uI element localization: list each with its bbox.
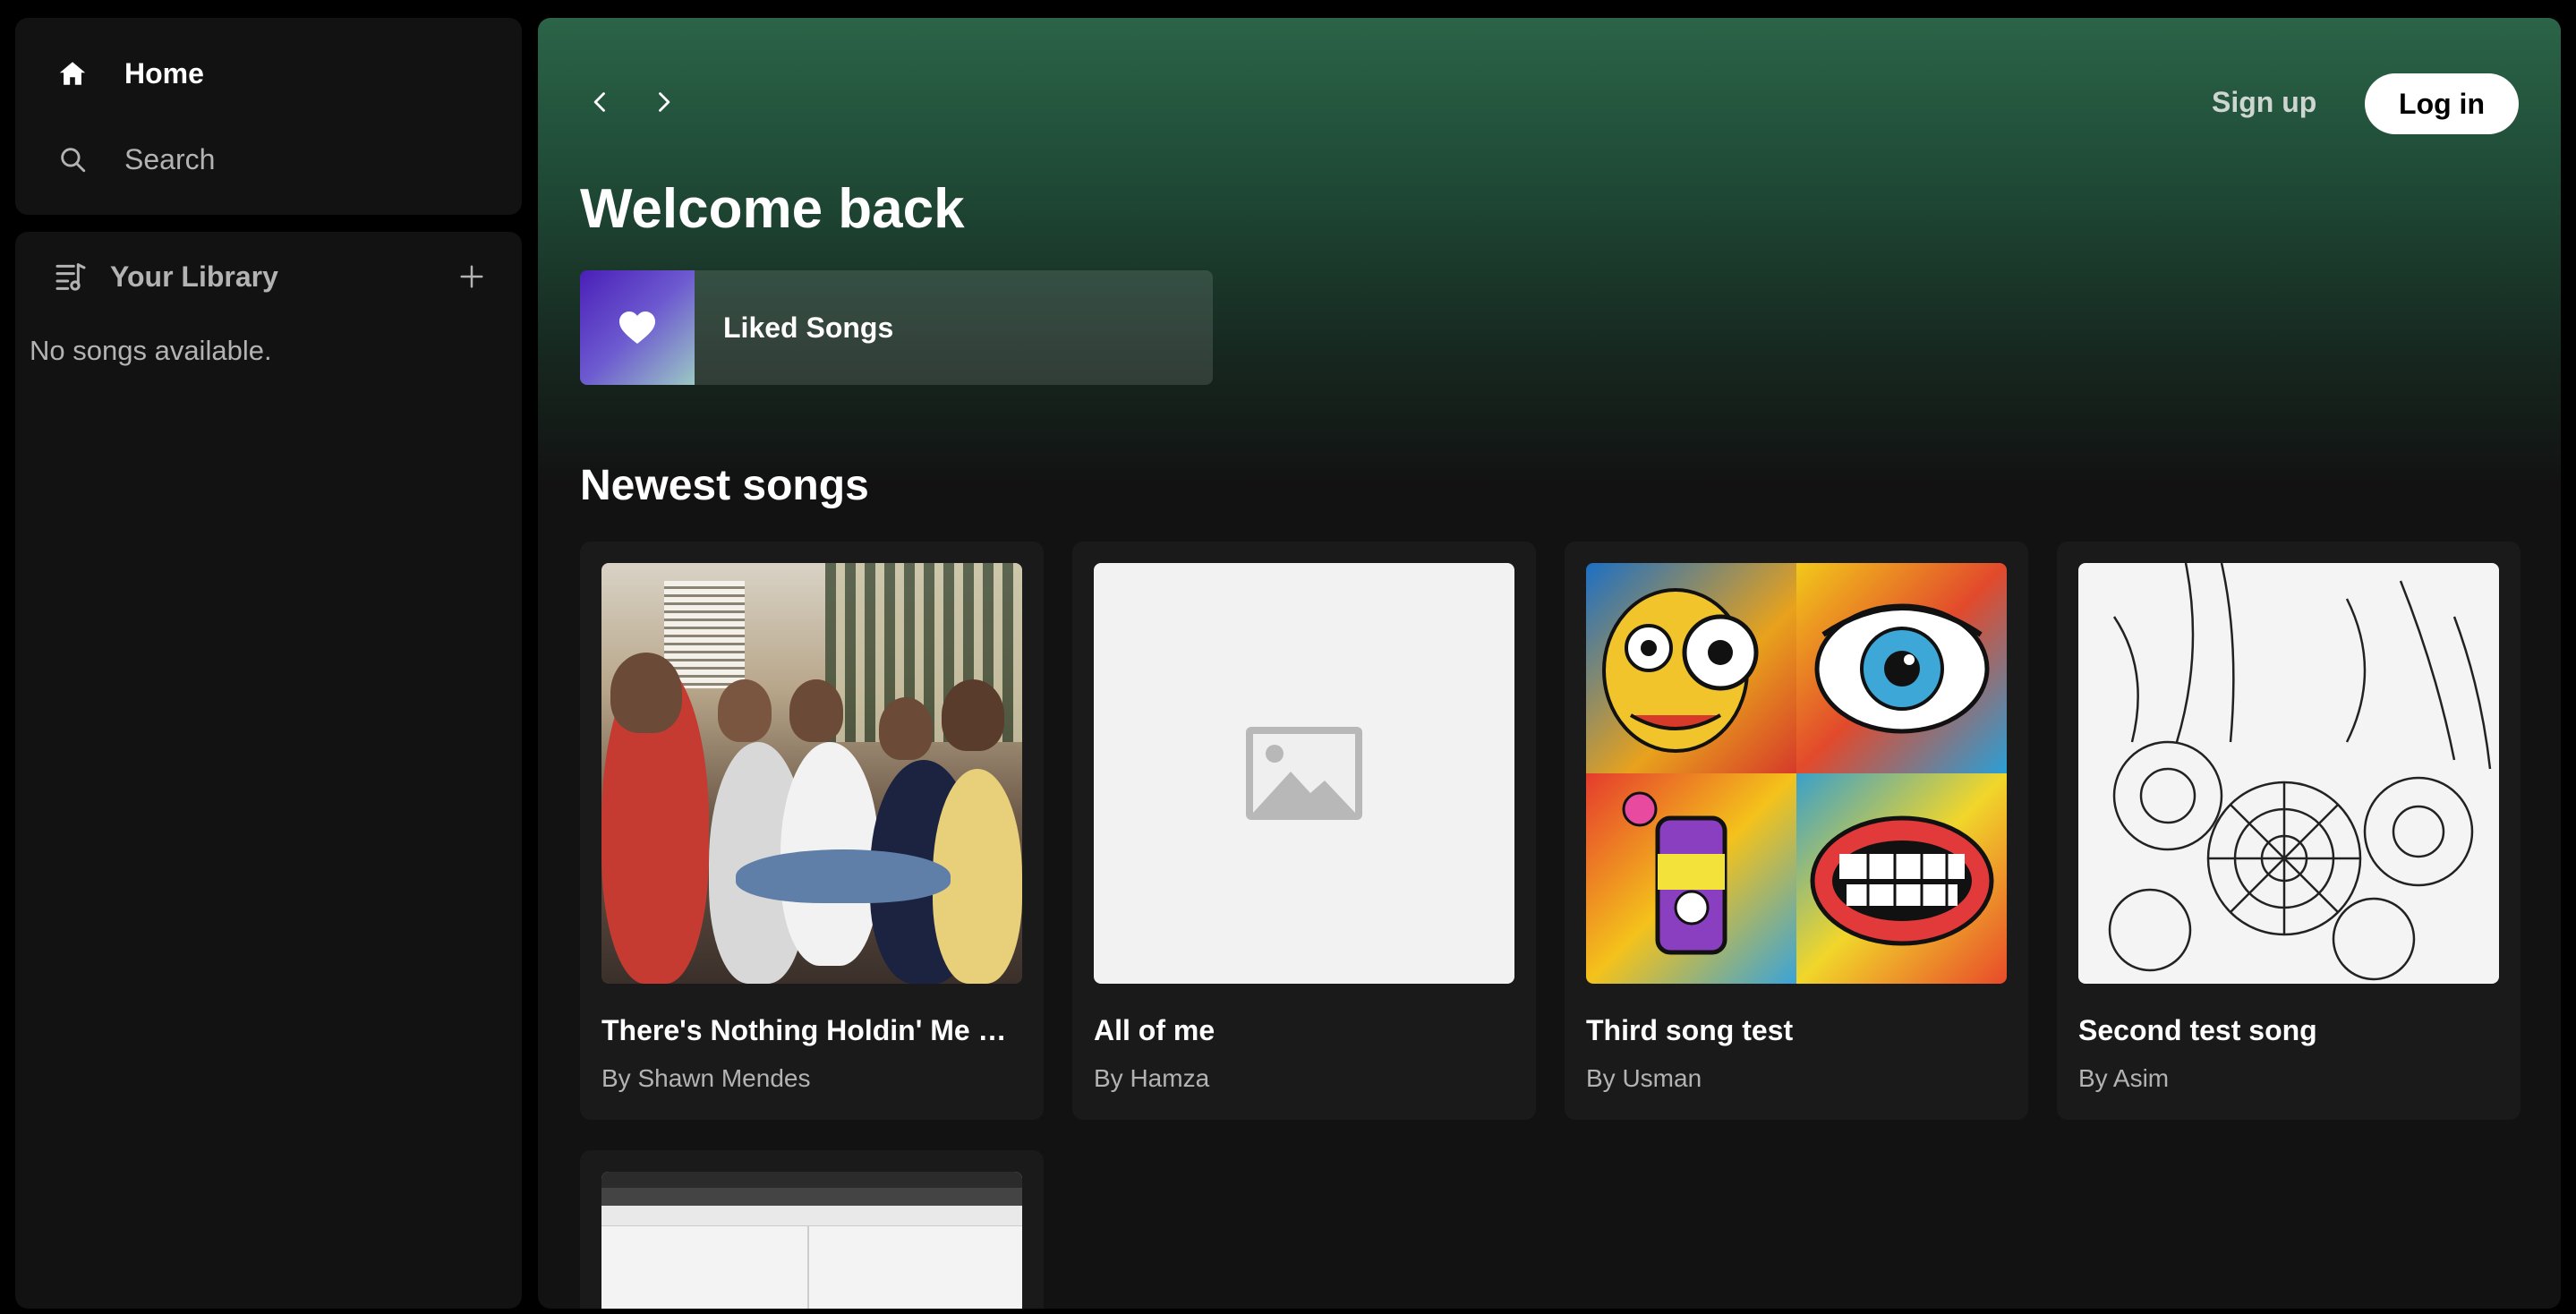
- liked-songs-thumbnail: [580, 270, 695, 385]
- song-title: Third song test: [1586, 1014, 1794, 1046]
- liked-songs-label: Liked Songs: [723, 311, 894, 344]
- song-card[interactable]: [580, 1150, 1044, 1309]
- nav-search[interactable]: Search: [51, 138, 215, 181]
- sign-up-button[interactable]: Sign up: [2203, 75, 2325, 129]
- chevron-left-icon: [593, 92, 605, 112]
- song-cover-image: [601, 563, 1022, 984]
- nav-home-label: Home: [124, 56, 204, 90]
- song-cover-image: [1586, 563, 2007, 984]
- song-artist: By Usman: [1586, 1064, 1702, 1092]
- song-artist: By Hamza: [1094, 1064, 1210, 1092]
- page-title: Welcome back: [580, 178, 965, 240]
- song-card[interactable]: Third song test By Usman: [1565, 542, 2028, 1120]
- search-icon: [51, 138, 94, 181]
- song-card[interactable]: All of me By Hamza: [1072, 542, 1536, 1120]
- sidebar-nav-panel: Home Search: [15, 18, 522, 215]
- back-button[interactable]: [579, 81, 622, 124]
- home-icon: [51, 52, 94, 95]
- nav-home[interactable]: Home: [51, 52, 204, 95]
- main-panel: Sign up Log in Welcome back Liked Songs …: [538, 18, 2561, 1309]
- library-empty-text: No songs available.: [30, 335, 272, 366]
- plus-icon: [460, 265, 483, 288]
- song-cover-image: [1094, 563, 1514, 984]
- song-card[interactable]: Second test song By Asim: [2057, 542, 2521, 1120]
- image-placeholder-icon: [1246, 727, 1362, 820]
- nav-search-label: Search: [124, 142, 216, 175]
- heart-icon: [619, 311, 655, 344]
- song-cover-image: [2078, 563, 2499, 984]
- song-card[interactable]: There's Nothing Holdin' Me Ba... By Shaw…: [580, 542, 1044, 1120]
- add-to-library-button[interactable]: [452, 257, 491, 296]
- song-artist: By Asim: [2078, 1064, 2170, 1092]
- library-title: Your Library: [110, 260, 278, 293]
- liked-songs-card[interactable]: Liked Songs: [580, 270, 1213, 385]
- song-title: Second test song: [2078, 1014, 2317, 1046]
- section-title: Newest songs: [580, 462, 869, 509]
- log-in-button[interactable]: Log in: [2365, 73, 2519, 134]
- song-title: There's Nothing Holdin' Me Ba...: [601, 1014, 1022, 1046]
- song-artist: By Shawn Mendes: [601, 1064, 811, 1092]
- chevron-right-icon: [659, 92, 670, 112]
- song-title: All of me: [1094, 1014, 1215, 1046]
- library-panel: Your Library No songs available.: [15, 232, 522, 1309]
- library-icon: [49, 255, 92, 298]
- forward-button[interactable]: [642, 81, 685, 124]
- song-cover-image: [601, 1172, 1022, 1309]
- library-header[interactable]: Your Library: [49, 255, 506, 298]
